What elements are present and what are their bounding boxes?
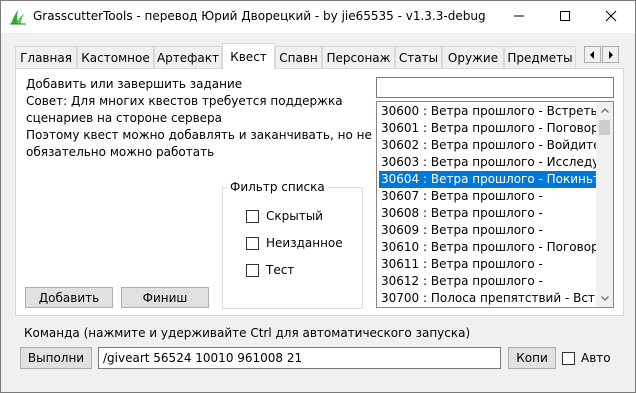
tab-scroll-right-button[interactable] <box>602 46 619 63</box>
minimize-button[interactable] <box>496 1 542 31</box>
tab-spawn[interactable]: Спавн <box>275 46 322 68</box>
quest-hint-line: Совет: Для многих квестов требуется подд… <box>26 94 343 108</box>
quest-list-item[interactable]: 30600 : Ветра прошлого - Встретьте <box>379 103 597 120</box>
minimize-icon <box>514 15 524 17</box>
command-label: Команда (нажмите и удерживайте Ctrl для … <box>24 326 471 340</box>
checkbox-box[interactable] <box>246 236 259 250</box>
quest-list-item-selected[interactable]: 30604 : Ветра прошлого - Покиньте <box>379 171 597 188</box>
checkbox-box[interactable] <box>246 209 259 223</box>
command-input[interactable]: /giveart 56524 10010 961008 21 <box>98 347 501 369</box>
filter-test-checkbox[interactable]: Тест <box>246 263 294 277</box>
filter-hidden-checkbox[interactable]: Скрытый <box>246 209 323 223</box>
quest-list-item[interactable]: 30607 : Ветра прошлого - <box>379 188 597 205</box>
quest-list[interactable]: 30600 : Ветра прошлого - Встретьте 30601… <box>376 101 614 308</box>
tab-character[interactable]: Персонаж <box>322 46 395 68</box>
close-button[interactable] <box>588 1 634 31</box>
tab-artifact[interactable]: Артефакт <box>154 46 222 68</box>
checkbox-box[interactable] <box>246 263 259 277</box>
quest-list-item[interactable]: 30610 : Ветра прошлого - Поговорите <box>379 239 597 256</box>
quest-list-item[interactable]: 30612 : Ветра прошлого - <box>379 273 597 290</box>
tab-weapon[interactable]: Оружие <box>442 46 504 68</box>
add-quest-button[interactable]: Добавить <box>25 287 113 308</box>
quest-list-item[interactable]: 30601 : Ветра прошлого - Поговорите <box>379 120 597 137</box>
filter-test-label: Тест <box>266 263 295 277</box>
scroll-up-button[interactable] <box>596 102 613 119</box>
quest-list-item[interactable]: 30700 : Полоса препятствий - Встретьте <box>379 290 597 307</box>
tab-scroll-left-button[interactable] <box>584 46 601 63</box>
auto-run-label: Авто <box>581 351 611 365</box>
filter-unreleased-checkbox[interactable]: Неизданное <box>246 236 343 250</box>
quest-list-item[interactable]: 30611 : Ветра прошлого - <box>379 256 597 273</box>
arrow-right-icon <box>609 50 613 59</box>
maximize-icon <box>560 11 570 21</box>
filter-unreleased-label: Неизданное <box>266 236 343 250</box>
chevron-down-icon <box>600 296 609 301</box>
scroll-thumb[interactable] <box>599 120 610 135</box>
scroll-down-button[interactable] <box>596 290 613 307</box>
filter-hidden-label: Скрытый <box>266 209 323 223</box>
window-title: GrasscutterTools - перевод Юрий Дворецки… <box>33 9 486 23</box>
quest-hint-line: обязательно можно работать <box>26 145 215 159</box>
tab-main[interactable]: Главная <box>15 46 77 68</box>
quest-list-scrollbar[interactable] <box>596 102 613 307</box>
tab-stats[interactable]: Статы <box>395 46 442 68</box>
quest-hint-line: сценариев на стороне сервера <box>26 111 223 125</box>
tab-quest[interactable]: Квест <box>222 43 275 69</box>
title-bar: GrasscutterTools - перевод Юрий Дворецки… <box>1 1 635 33</box>
quest-list-item[interactable]: 30603 : Ветра прошлого - Исследуйте <box>379 154 597 171</box>
quest-list-item[interactable]: 30602 : Ветра прошлого - Войдите <box>379 137 597 154</box>
chevron-up-icon <box>600 108 609 113</box>
maximize-button[interactable] <box>542 1 588 31</box>
finish-quest-button[interactable]: Финиш <box>121 287 209 308</box>
tab-custom[interactable]: Кастомное <box>77 46 154 68</box>
app-window: GrasscutterTools - перевод Юрий Дворецки… <box>0 0 636 393</box>
quest-list-item[interactable]: 30608 : Ветра прошлого - <box>379 205 597 222</box>
filter-group-title: Фильтр списка <box>227 180 328 194</box>
run-command-button[interactable]: Выполни <box>20 347 92 369</box>
quest-hint-line: Добавить или завершить задание <box>26 77 243 91</box>
checkbox-box[interactable] <box>562 351 575 365</box>
quest-hint-line: Поэтому квест можно добавлять и заканчив… <box>26 128 372 142</box>
close-icon <box>605 10 617 22</box>
tab-items[interactable]: Предметы <box>504 46 576 68</box>
auto-run-checkbox[interactable]: Авто <box>562 351 611 365</box>
arrow-left-icon <box>590 50 594 59</box>
quest-list-item[interactable]: 30609 : Ветра прошлого - <box>379 222 597 239</box>
quest-search-input[interactable] <box>376 77 614 98</box>
copy-command-button[interactable]: Копи <box>508 347 556 369</box>
grass-app-icon <box>10 10 26 25</box>
